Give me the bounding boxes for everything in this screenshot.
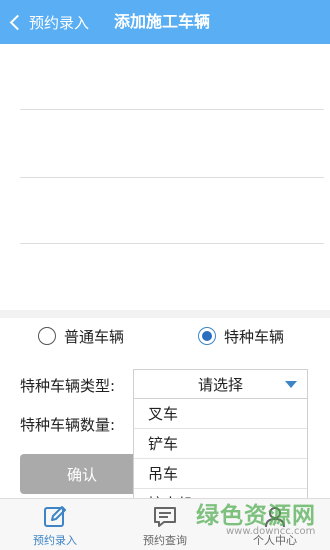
special-type-dropdown: 叉车 铲车 吊车 挖土机: [133, 399, 308, 499]
radio-normal-vehicle[interactable]: 普通车辆: [38, 324, 124, 348]
form-divider: [20, 177, 324, 178]
bottom-tab-bar: 预约录入 预约查询 个人中心: [0, 498, 330, 550]
special-type-label: 特种车辆类型:: [20, 377, 116, 395]
dropdown-option[interactable]: 叉车: [134, 399, 307, 429]
form-divider: [20, 109, 324, 110]
radio-label: 普通车辆: [64, 327, 125, 346]
radio-label: 特种车辆: [224, 327, 285, 346]
caret-down-icon: [285, 381, 297, 388]
user-icon: [265, 507, 285, 528]
tab-label: 个人中心: [253, 534, 297, 547]
radio-checked-icon: [198, 327, 216, 345]
message-icon: [154, 507, 176, 527]
select-value: 请选择: [197, 375, 243, 394]
special-count-label: 特种车辆数量:: [20, 416, 116, 434]
back-label: 预约录入: [29, 13, 90, 32]
special-type-select[interactable]: 请选择: [133, 369, 308, 399]
tab-label: 预约录入: [33, 534, 77, 547]
form-divider: [20, 243, 324, 244]
tab-appointment-query[interactable]: 预约查询: [110, 499, 220, 550]
confirm-button[interactable]: 确认: [20, 454, 144, 494]
dropdown-option[interactable]: 铲车: [134, 429, 307, 459]
back-button[interactable]: 预约录入: [8, 0, 89, 44]
form-area: [0, 44, 330, 310]
tab-label: 预约查询: [143, 534, 187, 547]
dropdown-option[interactable]: 吊车: [134, 459, 307, 489]
chevron-left-icon: [9, 14, 26, 30]
page-title: 添加施工车辆: [114, 12, 211, 31]
tab-personal-center[interactable]: 个人中心: [220, 499, 330, 550]
header-bar: 预约录入 添加施工车辆: [0, 0, 330, 44]
tab-appointment-entry[interactable]: 预约录入: [0, 499, 110, 550]
section-separator: [0, 310, 330, 318]
radio-special-vehicle[interactable]: 特种车辆: [198, 324, 284, 348]
radio-unchecked-icon: [38, 327, 56, 345]
edit-icon: [44, 506, 66, 527]
